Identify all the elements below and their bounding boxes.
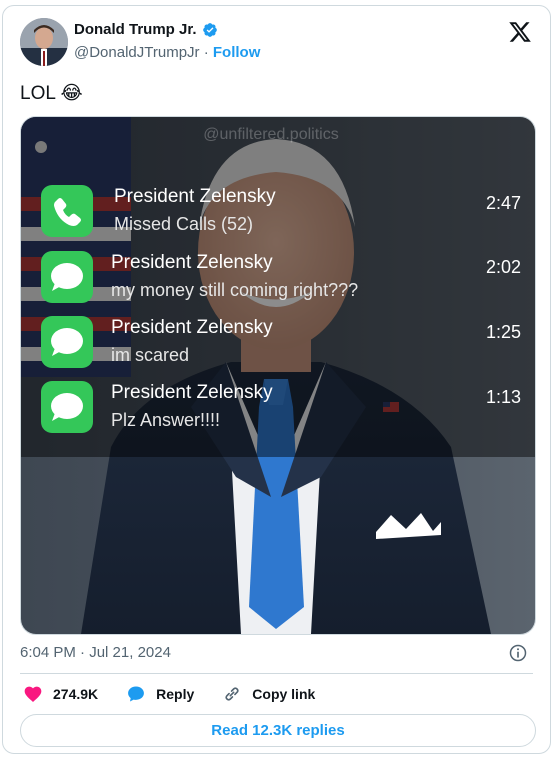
notification-title: President Zelensky	[114, 186, 276, 207]
heart-icon	[24, 686, 42, 702]
notification-time: 2:47	[485, 193, 521, 213]
notification-time: 1:25	[485, 322, 521, 342]
author-handle-row: @DonaldJTrumpJr · Follow	[74, 44, 260, 61]
notification-title: President Zelensky	[111, 382, 273, 403]
tweet-image[interactable]: @unfiltered.politics President Zelensky …	[20, 116, 536, 635]
notification-body: im scared	[111, 345, 190, 365]
reply-button[interactable]: Reply	[126, 684, 194, 704]
tweet-text: LOL 😂	[20, 82, 83, 105]
message-icon	[41, 251, 93, 303]
like-count: 274.9K	[53, 686, 99, 702]
notification-list: President Zelensky Missed Calls (52) 2:4…	[21, 117, 535, 457]
action-bar: 274.9K Reply Copy link	[23, 684, 343, 704]
divider	[20, 673, 533, 674]
tweet-card: Donald Trump Jr. @DonaldJTrumpJr · Follo…	[2, 5, 551, 754]
phone-icon	[41, 185, 93, 237]
notification-time: 2:02	[485, 257, 521, 277]
notification-item[interactable]: President Zelensky im scared 1:25	[41, 316, 521, 372]
laughing-emoji-icon: 😂	[60, 83, 83, 104]
follow-button[interactable]: Follow	[213, 44, 261, 61]
avatar[interactable]	[20, 18, 68, 66]
info-icon[interactable]	[508, 643, 528, 663]
author-handle[interactable]: @DonaldJTrumpJr	[74, 44, 200, 61]
message-icon	[41, 381, 93, 433]
copy-link-button[interactable]: Copy link	[222, 684, 315, 704]
link-icon	[225, 687, 239, 701]
tweet-time[interactable]: 6:04 PM	[20, 644, 76, 661]
notification-title: President Zelensky	[111, 252, 273, 273]
notification-body: Plz Answer!!!!	[111, 410, 221, 430]
copy-link-label: Copy link	[252, 686, 316, 702]
notification-body: Missed Calls (52)	[114, 214, 254, 234]
separator: ·	[80, 644, 86, 661]
message-icon	[41, 316, 93, 368]
tweet-date[interactable]: Jul 21, 2024	[89, 644, 171, 661]
notification-time: 1:13	[485, 387, 521, 407]
notification-body: my money still coming right???	[111, 280, 359, 300]
verified-badge-icon	[202, 22, 217, 37]
author-name[interactable]: Donald Trump Jr.	[74, 21, 197, 38]
separator: ·	[203, 44, 209, 61]
author-name-row[interactable]: Donald Trump Jr.	[74, 21, 218, 38]
tweet-text-body: LOL	[20, 83, 56, 104]
x-logo-icon[interactable]	[508, 20, 532, 44]
tweet-timestamp[interactable]: 6:04 PM · Jul 21, 2024	[20, 644, 171, 661]
notification-item[interactable]: President Zelensky Plz Answer!!!! 1:13	[41, 381, 521, 437]
read-replies-button[interactable]: Read 12.3K replies	[20, 714, 536, 747]
reply-icon	[128, 686, 145, 702]
notification-item[interactable]: President Zelensky my money still coming…	[41, 251, 521, 307]
notification-item[interactable]: President Zelensky Missed Calls (52) 2:4…	[41, 185, 521, 241]
like-button[interactable]: 274.9K	[23, 684, 98, 704]
notification-title: President Zelensky	[111, 317, 273, 338]
reply-label: Reply	[156, 686, 195, 702]
